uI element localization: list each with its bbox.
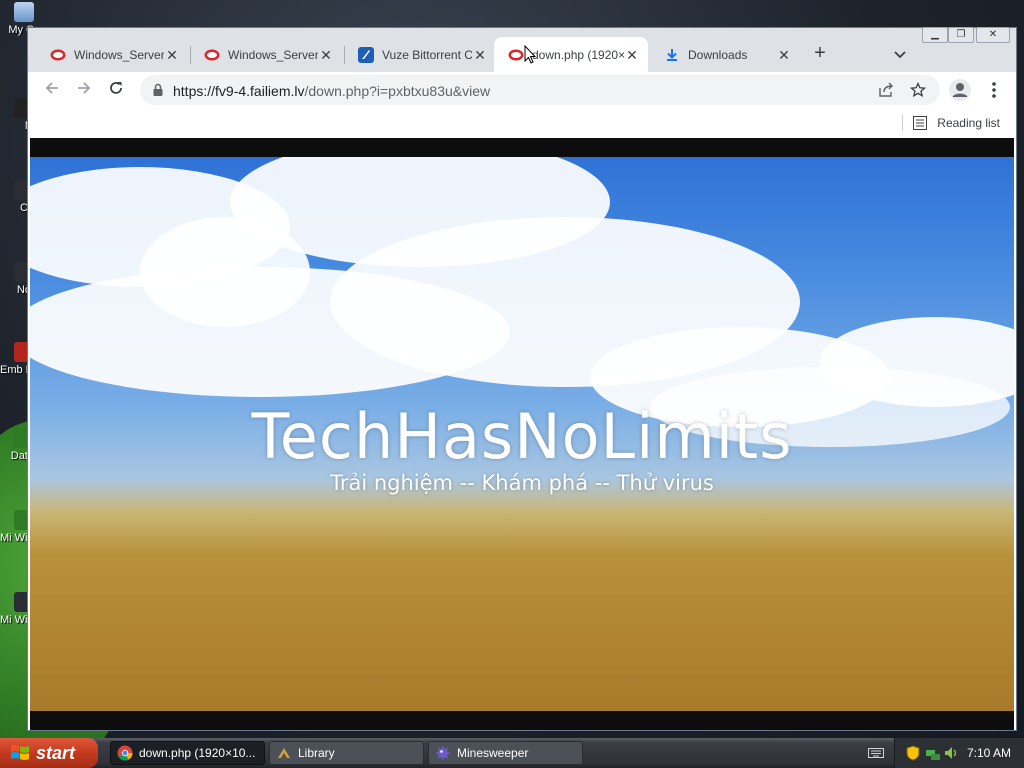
profile-avatar-icon[interactable] xyxy=(948,78,972,102)
close-window-button[interactable]: ✕ xyxy=(976,27,1010,43)
vuze-favicon xyxy=(358,46,374,63)
system-tray: 7:10 AM xyxy=(894,738,1024,768)
tab-downloads[interactable]: Downloads ✕ xyxy=(650,37,800,72)
url-path: /down.php?i=pxbtxu83u&view xyxy=(304,83,491,99)
page-subtitle: Trải nghiệm -- Khám phá -- Thử virus xyxy=(330,471,714,495)
download-icon xyxy=(664,47,680,63)
tab-title: Downloads xyxy=(688,47,748,62)
tab-title: Vuze Bittorrent Cli xyxy=(382,47,472,62)
back-arrow-icon[interactable] xyxy=(40,78,64,102)
lock-icon[interactable] xyxy=(150,82,166,98)
tab-vuze[interactable]: Vuze Bittorrent Cli ✕ xyxy=(344,37,496,72)
page-content: TechHasNoLimits Trải nghiệm -- Khám phá … xyxy=(30,138,1014,730)
tab-down-php[interactable]: down.php (1920× ✕ xyxy=(494,37,648,72)
browser-toolbar: https://fv9-4.failiem.lv/down.php?i=pxbt… xyxy=(28,72,1016,108)
volume-icon[interactable] xyxy=(943,745,959,761)
security-shield-icon[interactable] xyxy=(905,745,921,761)
taskbar-item-label: down.php (1920×10... xyxy=(139,746,256,760)
browser-window: Windows_Server_ ✕ Windows_Server_ ✕ Vuze… xyxy=(27,27,1017,731)
maximize-button[interactable]: ❐ xyxy=(948,27,974,43)
bookmark-bar: Reading list xyxy=(28,108,1016,138)
reading-list-icon xyxy=(913,116,928,130)
share-icon[interactable] xyxy=(878,82,894,98)
taskbar-item-minesweeper[interactable]: Minesweeper xyxy=(428,741,583,765)
taskbar-item-browser[interactable]: down.php (1920×10... xyxy=(110,741,265,765)
start-button[interactable]: start xyxy=(0,738,98,768)
hero-image: TechHasNoLimits Trải nghiệm -- Khám phá … xyxy=(30,157,1014,711)
computer-icon xyxy=(14,2,34,22)
network-icon[interactable] xyxy=(925,745,941,761)
close-icon[interactable]: ✕ xyxy=(318,47,334,63)
red-oval-favicon xyxy=(204,47,220,63)
tab-search-chevron-down-icon[interactable] xyxy=(888,42,912,66)
windows-flag-icon xyxy=(11,745,29,760)
taskbar-item-library[interactable]: Library xyxy=(269,741,424,765)
url-host: https://fv9-4.failiem.lv xyxy=(173,83,305,99)
close-icon[interactable]: ✕ xyxy=(472,47,488,63)
reload-icon[interactable] xyxy=(104,78,128,102)
close-icon[interactable]: ✕ xyxy=(624,47,640,63)
close-icon[interactable]: ✕ xyxy=(164,47,180,63)
divider xyxy=(902,115,904,131)
url-text[interactable]: https://fv9-4.failiem.lv/down.php?i=pxbt… xyxy=(173,83,490,99)
clock[interactable]: 7:10 AM xyxy=(967,746,1011,760)
reading-list-button[interactable]: Reading list xyxy=(902,112,1000,134)
minimize-button[interactable]: ▁ xyxy=(922,27,948,43)
tab-title: down.php (1920× xyxy=(532,47,624,62)
taskbar-item-label: Minesweeper xyxy=(457,746,529,760)
taskbar: start down.php (1920×10... Library Mines… xyxy=(0,738,1024,768)
chrome-icon xyxy=(117,745,133,761)
tab-strip: Windows_Server_ ✕ Windows_Server_ ✕ Vuze… xyxy=(28,27,1016,72)
address-bar[interactable]: https://fv9-4.failiem.lv/down.php?i=pxbt… xyxy=(140,75,940,105)
library-icon xyxy=(278,748,290,758)
new-tab-button[interactable]: + xyxy=(808,42,832,66)
taskbar-item-label: Library xyxy=(298,746,335,760)
keyboard-icon[interactable] xyxy=(868,746,884,760)
forward-arrow-icon[interactable] xyxy=(72,78,96,102)
red-oval-favicon xyxy=(50,47,66,63)
tab-title: Windows_Server_ xyxy=(228,47,318,62)
close-icon[interactable]: ✕ xyxy=(776,47,792,63)
bookmark-star-icon[interactable] xyxy=(909,81,927,98)
tab-windows-server-2[interactable]: Windows_Server_ ✕ xyxy=(190,37,342,72)
tab-title: Windows_Server_ xyxy=(74,47,164,62)
start-label: start xyxy=(36,742,76,763)
reading-list-label: Reading list xyxy=(937,116,1000,130)
tab-windows-server-1[interactable]: Windows_Server_ ✕ xyxy=(36,37,188,72)
menu-dots-icon[interactable] xyxy=(982,78,1006,102)
red-oval-favicon xyxy=(508,47,524,63)
cloud-shape xyxy=(30,267,510,397)
page-title: TechHasNoLimits xyxy=(251,400,793,473)
mouse-cursor-icon xyxy=(524,45,536,64)
minesweeper-icon xyxy=(436,746,450,760)
